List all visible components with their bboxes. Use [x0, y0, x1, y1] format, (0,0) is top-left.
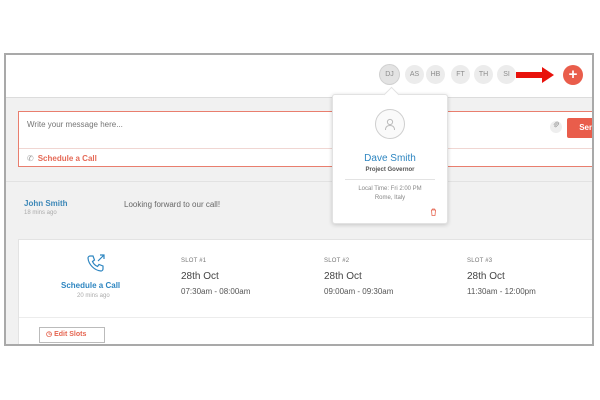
message-sender[interactable]: John Smith [24, 199, 68, 208]
profile-name[interactable]: Dave Smith [333, 153, 447, 164]
add-participant-button[interactable]: + [563, 65, 583, 85]
phone-icon: ✆ [27, 154, 34, 163]
profile-popover: Dave Smith Project Governor Local Time: … [332, 86, 448, 224]
message-composer: Send ✆Schedule a Call [18, 111, 592, 167]
slot-3[interactable]: SLOT #3 28th Oct 11:30am - 12:00pm [467, 258, 536, 296]
call-card-timestamp: 20 mins ago [77, 293, 110, 299]
slot-date: 28th Oct [181, 271, 219, 282]
clock-icon: ◷ [46, 331, 53, 338]
section-divider [6, 181, 592, 182]
edit-slots-label: Edit Slots [54, 331, 87, 338]
schedule-call-link[interactable]: ✆ Schedule a Call [27, 154, 97, 163]
slot-label: SLOT #1 [181, 258, 207, 264]
profile-location: Rome, Italy [374, 195, 406, 201]
message-text: Looking forward to our call! [124, 200, 221, 209]
phone-call-icon [85, 252, 107, 274]
trash-icon[interactable] [430, 208, 437, 218]
slot-label: SLOT #3 [467, 258, 493, 264]
participant-avatar-dj[interactable]: DJ [380, 65, 399, 84]
slot-2[interactable]: SLOT #2 28th Oct 09:00am - 09:30am [324, 258, 393, 296]
edit-slots-button[interactable]: ◷ Edit Slots [39, 327, 105, 343]
composer-divider [19, 148, 592, 149]
slot-time: 09:00am - 09:30am [324, 287, 394, 296]
message-input[interactable] [27, 120, 327, 129]
profile-local-time: Local Time: Fri 2:00 PM [358, 186, 422, 192]
participant-avatar-as[interactable]: AS [405, 65, 424, 84]
schedule-call-label: Schedule a Call [37, 154, 97, 163]
popover-divider [345, 179, 435, 180]
profile-role: Project Governor [365, 167, 415, 173]
message-timestamp: 18 mins ago [24, 210, 57, 216]
user-avatar-icon [375, 109, 405, 139]
slot-label: SLOT #2 [324, 258, 350, 264]
participant-avatar-hb[interactable]: HB [426, 65, 445, 84]
send-button[interactable]: Send [567, 118, 592, 138]
call-card-title: Schedule a Call [61, 281, 121, 290]
schedule-call-card: Schedule a Call 20 mins ago SLOT #1 28th… [18, 239, 592, 344]
slot-time: 11:30am - 12:00pm [467, 287, 536, 296]
slot-time: 07:30am - 08:00am [181, 287, 251, 296]
participant-avatar-th[interactable]: TH [474, 65, 493, 84]
paperclip-icon[interactable] [550, 121, 562, 133]
participant-avatar-si[interactable]: SI [497, 65, 516, 84]
slot-date: 28th Oct [467, 271, 505, 282]
slot-1[interactable]: SLOT #1 28th Oct 07:30am - 08:00am [181, 258, 250, 296]
slot-date: 28th Oct [324, 271, 362, 282]
app-frame: DJ AS HB FT TH SI + Send ✆Schedule a Cal… [4, 53, 594, 346]
card-divider [19, 317, 592, 318]
participant-avatar-ft[interactable]: FT [451, 65, 470, 84]
red-arrow-annotation [516, 67, 554, 83]
top-bar: DJ AS HB FT TH SI + [6, 55, 592, 98]
plus-icon: + [568, 66, 578, 83]
